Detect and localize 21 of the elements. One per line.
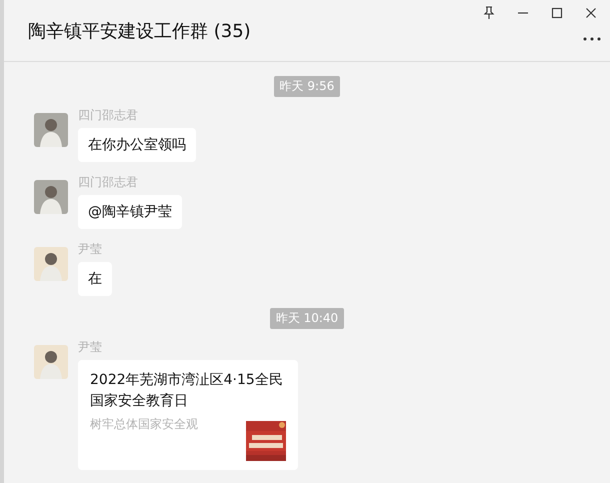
timestamp: 昨天 9:56 — [274, 76, 340, 97]
avatar[interactable] — [34, 113, 68, 147]
message-bubble: @陶辛镇尹莹 — [78, 195, 182, 229]
avatar[interactable] — [34, 345, 68, 379]
timestamp: 昨天 10:40 — [270, 308, 344, 329]
sender-name: 尹莹 — [78, 339, 102, 356]
more-icon — [583, 37, 601, 41]
link-card[interactable]: 2022年芜湖市湾沚区4·15全民国家安全教育日 树牢总体国家安全观 — [78, 360, 298, 470]
message-bubble: 在你办公室领吗 — [78, 128, 196, 162]
maximize-icon — [551, 7, 563, 19]
avatar[interactable] — [34, 180, 68, 214]
window-title: 陶辛镇平安建设工作群 (35) — [28, 20, 251, 42]
link-title: 2022年芜湖市湾沚区4·15全民国家安全教育日 — [90, 371, 284, 411]
close-icon — [585, 7, 597, 19]
avatar[interactable] — [34, 247, 68, 281]
sender-name: 四门邵志君 — [78, 107, 138, 124]
message-bubble: 在 — [78, 262, 112, 296]
link-description: 树牢总体国家安全观 — [90, 416, 198, 433]
sender-name: 尹莹 — [78, 241, 102, 258]
sender-name: 四门邵志君 — [78, 174, 138, 191]
pin-icon — [483, 6, 495, 20]
